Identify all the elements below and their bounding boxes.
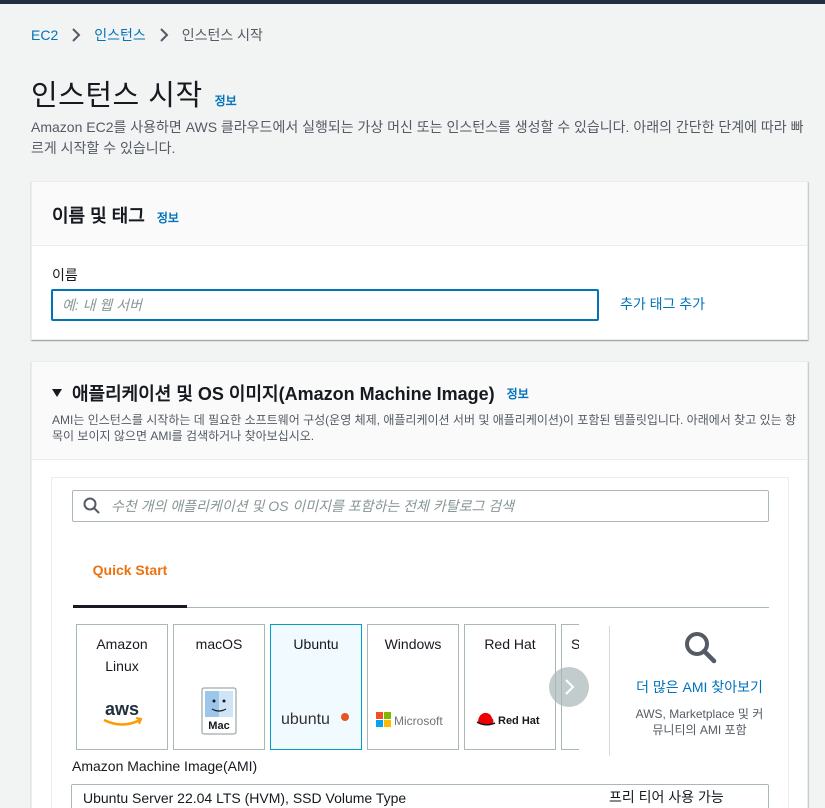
breadcrumb-current: 인스턴스 시작 (181, 27, 263, 43)
ami-panel: 애플리케이션 및 OS 이미지(Amazon Machine Image) 정보… (31, 361, 808, 808)
browse-more-amis-sub: AWS, Marketplace 및 커뮤니티의 AMI 포함 (635, 707, 764, 737)
breadcrumb: EC2 인스턴스 인스턴스 시작 (31, 26, 263, 44)
os-card-label: S (571, 636, 579, 652)
name-and-tags-panel: 이름 및 태그 정보 이름 추가 태그 추가 (31, 181, 808, 340)
mac-finder-icon: Mac (174, 687, 264, 735)
ami-panel-header: 애플리케이션 및 OS 이미지(Amazon Machine Image) 정보… (32, 362, 807, 460)
name-and-tags-header: 이름 및 태그 정보 (32, 182, 807, 246)
aws-logo-icon: aws (77, 699, 167, 729)
ami-selector: 수천 개의 애플리케이션 및 OS 이미지를 포함하는 전체 카탈로그 검색 Q… (51, 477, 789, 808)
svg-text:Mac: Mac (208, 720, 229, 732)
svg-text:ubuntu: ubuntu (281, 711, 330, 728)
caret-down-icon[interactable] (52, 389, 62, 397)
page-header: 인스턴스 시작 정보 (31, 72, 237, 114)
svg-text:Red Hat: Red Hat (498, 715, 540, 727)
os-card-macos[interactable]: macOS Mac (173, 624, 265, 750)
selected-ami-name: Ubuntu Server 22.04 LTS (HVM), SSD Volum… (83, 790, 407, 806)
os-card-amazon-linux[interactable]: Amazon Linux aws (76, 624, 168, 750)
os-card-label: Ubuntu (293, 636, 339, 652)
search-icon (684, 632, 716, 664)
page-info-link[interactable]: 정보 (215, 92, 237, 109)
chevron-right-icon (565, 679, 575, 695)
ami-field-label: Amazon Machine Image(AMI) (72, 758, 258, 774)
add-additional-tags-link[interactable]: 추가 태그 추가 (620, 294, 705, 314)
os-card-label: Red Hat (484, 636, 536, 652)
os-card-windows[interactable]: Windows Microsoft (367, 624, 459, 750)
chevron-right-icon (66, 26, 86, 44)
search-icon (83, 497, 100, 514)
ami-select[interactable]: Ubuntu Server 22.04 LTS (HVM), SSD Volum… (71, 784, 769, 808)
os-card-label: macOS (195, 636, 243, 652)
page-title: 인스턴스 시작 (31, 80, 203, 112)
tab-quick-start[interactable]: Quick Start (73, 534, 187, 608)
name-and-tags-title: 이름 및 태그 (52, 206, 145, 226)
chevron-right-icon (154, 26, 174, 44)
os-card-red-hat[interactable]: Red Hat Red Hat (464, 624, 556, 750)
ami-title-row[interactable]: 애플리케이션 및 OS 이미지(Amazon Machine Image) 정보 (52, 380, 787, 406)
browse-more-amis[interactable]: 더 많은 AMI 찾아보기 AWS, Marketplace 및 커뮤니티의 A… (609, 626, 789, 756)
top-navigation-bar (0, 0, 825, 4)
tab-quick-start-label: Quick Start (92, 561, 168, 578)
ami-search-box[interactable]: 수천 개의 애플리케이션 및 OS 이미지를 포함하는 전체 카탈로그 검색 (72, 490, 769, 522)
free-tier-badge: 프리 티어 사용 가능 (609, 789, 724, 805)
ami-tabs: Quick Start (73, 534, 769, 608)
svg-text:Microsoft: Microsoft (394, 714, 443, 728)
name-label: 이름 (52, 267, 78, 283)
os-card-list: Amazon Linux aws macOS Mac Ubuntu ubuntu… (76, 624, 579, 751)
page-description: Amazon EC2를 사용하면 AWS 클라우드에서 실행되는 가상 머신 또… (31, 119, 804, 156)
ubuntu-logo-icon: ubuntu (271, 709, 361, 729)
microsoft-logo-icon: Microsoft (368, 711, 458, 729)
ami-description: AMI는 인스턴스를 시작하는 데 필요한 소프트웨어 구성(운영 체제, 애플… (52, 413, 797, 443)
svg-text:aws: aws (105, 699, 139, 719)
ami-search-placeholder: 수천 개의 애플리케이션 및 OS 이미지를 포함하는 전체 카탈로그 검색 (111, 498, 514, 514)
breadcrumb-instances[interactable]: 인스턴스 (94, 25, 146, 45)
name-and-tags-info-link[interactable]: 정보 (157, 209, 179, 226)
ami-info-link[interactable]: 정보 (507, 385, 529, 402)
browse-more-amis-label[interactable]: 더 많은 AMI 찾아보기 (610, 677, 789, 698)
breadcrumb-ec2[interactable]: EC2 (31, 27, 58, 43)
name-input[interactable] (51, 289, 599, 321)
os-card-label: Amazon Linux (96, 636, 148, 674)
os-card-label: Windows (384, 636, 442, 652)
ami-panel-title: 애플리케이션 및 OS 이미지(Amazon Machine Image) (72, 384, 495, 404)
scroll-right-button[interactable] (549, 667, 589, 707)
os-card-ubuntu[interactable]: Ubuntu ubuntu (270, 624, 362, 750)
red-hat-logo-icon: Red Hat (465, 709, 555, 729)
